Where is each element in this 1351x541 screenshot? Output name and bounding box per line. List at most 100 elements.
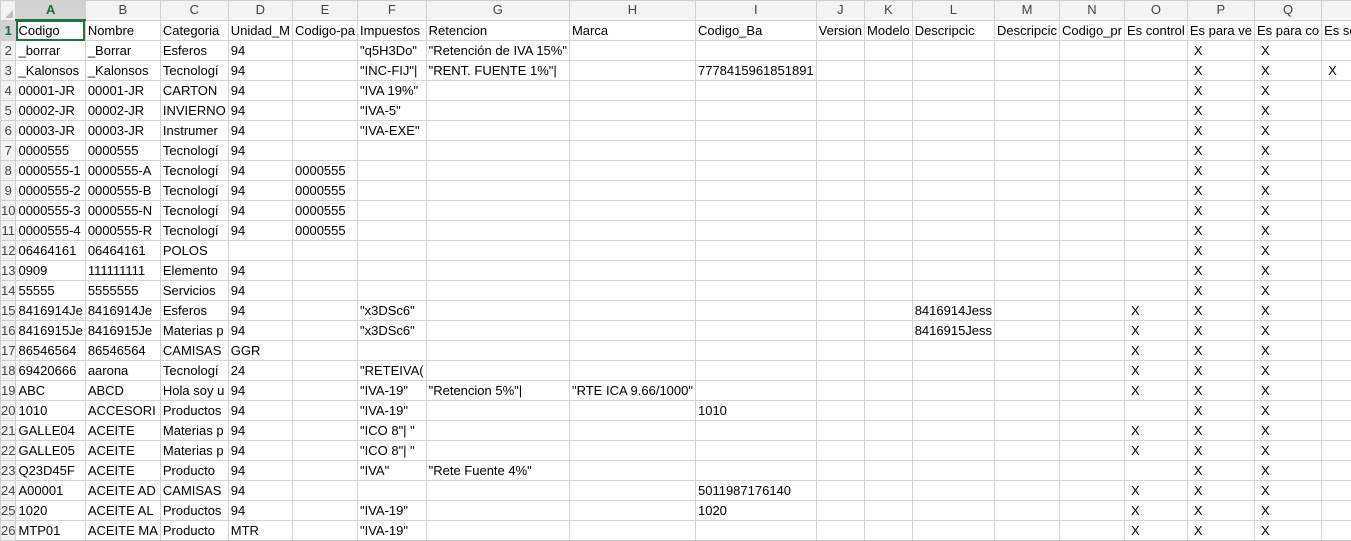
cell-m23[interactable] xyxy=(994,460,1060,481)
cell-a13[interactable]: 0909 xyxy=(15,260,86,281)
cell-p21[interactable]: X xyxy=(1186,420,1255,441)
cell-c12[interactable]: POLOS xyxy=(159,240,229,261)
cell-k4[interactable] xyxy=(864,80,913,101)
cell-c10[interactable]: Tecnologí xyxy=(159,200,229,221)
cell-g25[interactable] xyxy=(425,500,570,521)
cell-j26[interactable] xyxy=(815,520,866,541)
cell-r2[interactable] xyxy=(1321,40,1351,61)
cell-b2[interactable]: _Borrar xyxy=(84,40,161,61)
cell-h26[interactable] xyxy=(568,520,696,541)
cell-l11[interactable] xyxy=(911,220,996,241)
cell-k5[interactable] xyxy=(864,100,913,121)
cell-r9[interactable] xyxy=(1321,180,1351,201)
cell-m17[interactable] xyxy=(994,340,1060,361)
column-header-n[interactable]: N xyxy=(1059,0,1125,21)
cell-j21[interactable] xyxy=(815,420,866,441)
cell-b18[interactable]: aarona xyxy=(84,360,161,381)
cell-g14[interactable] xyxy=(425,280,570,301)
cell-h15[interactable] xyxy=(568,300,696,321)
cell-i18[interactable] xyxy=(694,360,817,381)
cell-k20[interactable] xyxy=(864,400,913,421)
column-header-q[interactable]: Q xyxy=(1253,0,1323,21)
cell-o11[interactable] xyxy=(1124,220,1188,241)
cell-p1[interactable]: Es para ve xyxy=(1186,19,1255,41)
column-header-f[interactable]: F xyxy=(357,0,427,21)
cell-o20[interactable] xyxy=(1124,400,1188,421)
cell-i10[interactable] xyxy=(694,200,817,221)
row-header[interactable]: 22 xyxy=(0,440,17,461)
cell-o12[interactable] xyxy=(1124,240,1188,261)
cell-n12[interactable] xyxy=(1059,240,1125,261)
cell-n16[interactable] xyxy=(1059,320,1125,341)
cell-h12[interactable] xyxy=(568,240,696,261)
cell-i4[interactable] xyxy=(694,80,817,101)
cell-i25[interactable]: 1020 xyxy=(694,500,817,521)
cell-g22[interactable] xyxy=(425,440,570,461)
cell-n22[interactable] xyxy=(1059,440,1125,461)
cell-l13[interactable] xyxy=(911,260,996,281)
cell-k16[interactable] xyxy=(864,320,913,341)
row-header[interactable]: 6 xyxy=(0,120,17,141)
cell-a2[interactable]: _borrar xyxy=(15,40,86,61)
cell-f17[interactable] xyxy=(357,340,427,361)
cell-q16[interactable]: X xyxy=(1253,320,1323,341)
cell-n4[interactable] xyxy=(1059,80,1125,101)
cell-b10[interactable]: 0000555-N xyxy=(84,200,161,221)
cell-e5[interactable] xyxy=(292,100,358,121)
cell-g23[interactable]: "Rete Fuente 4%" xyxy=(425,460,570,481)
cell-k26[interactable] xyxy=(864,520,913,541)
cell-e1[interactable]: Codigo-pa xyxy=(292,19,358,41)
cell-h22[interactable] xyxy=(568,440,696,461)
cell-i1[interactable]: Codigo_Ba xyxy=(694,19,817,41)
cell-c11[interactable]: Tecnologí xyxy=(159,220,229,241)
cell-h8[interactable] xyxy=(568,160,696,181)
cell-e4[interactable] xyxy=(292,80,358,101)
cell-b14[interactable]: 5555555 xyxy=(84,280,161,301)
cell-h18[interactable] xyxy=(568,360,696,381)
cell-d4[interactable]: 94 xyxy=(227,80,294,101)
row-header[interactable]: 26 xyxy=(0,520,17,541)
cell-d19[interactable]: 94 xyxy=(227,380,294,401)
cell-b26[interactable]: ACEITE MA xyxy=(84,520,161,541)
cell-q21[interactable]: X xyxy=(1253,420,1323,441)
cell-k1[interactable]: Modelo xyxy=(864,19,913,41)
cell-d25[interactable]: 94 xyxy=(227,500,294,521)
cell-a23[interactable]: Q23D45F xyxy=(15,460,86,481)
cell-m13[interactable] xyxy=(994,260,1060,281)
cell-c1[interactable]: Categoria xyxy=(159,19,229,41)
cell-m6[interactable] xyxy=(994,120,1060,141)
column-header-p[interactable]: P xyxy=(1186,0,1255,21)
cell-n6[interactable] xyxy=(1059,120,1125,141)
cell-d9[interactable]: 94 xyxy=(227,180,294,201)
cell-e15[interactable] xyxy=(292,300,358,321)
cell-g20[interactable] xyxy=(425,400,570,421)
cell-k13[interactable] xyxy=(864,260,913,281)
cell-k14[interactable] xyxy=(864,280,913,301)
cell-h14[interactable] xyxy=(568,280,696,301)
cell-n26[interactable] xyxy=(1059,520,1125,541)
cell-r15[interactable] xyxy=(1321,300,1351,321)
cell-e25[interactable] xyxy=(292,500,358,521)
row-header[interactable]: 14 xyxy=(0,280,17,301)
row-header[interactable]: 24 xyxy=(0,480,17,501)
cell-k19[interactable] xyxy=(864,380,913,401)
row-header[interactable]: 25 xyxy=(0,500,17,521)
cell-h11[interactable] xyxy=(568,220,696,241)
cell-i20[interactable]: 1010 xyxy=(694,400,817,421)
cell-j24[interactable] xyxy=(815,480,866,501)
cell-j22[interactable] xyxy=(815,440,866,461)
cell-g21[interactable] xyxy=(425,420,570,441)
cell-i16[interactable] xyxy=(694,320,817,341)
cell-c4[interactable]: CARTON xyxy=(159,80,229,101)
cell-b16[interactable]: 8416915Je xyxy=(84,320,161,341)
cell-r4[interactable] xyxy=(1321,80,1351,101)
cell-i5[interactable] xyxy=(694,100,817,121)
cell-j9[interactable] xyxy=(815,180,866,201)
cell-j3[interactable] xyxy=(815,60,866,81)
cell-e22[interactable] xyxy=(292,440,358,461)
cell-p5[interactable]: X xyxy=(1186,100,1255,121)
cell-f21[interactable]: "ICO 8"| " xyxy=(357,420,427,441)
cell-g11[interactable] xyxy=(425,220,570,241)
cell-a14[interactable]: 55555 xyxy=(15,280,86,301)
cell-m2[interactable] xyxy=(994,40,1060,61)
